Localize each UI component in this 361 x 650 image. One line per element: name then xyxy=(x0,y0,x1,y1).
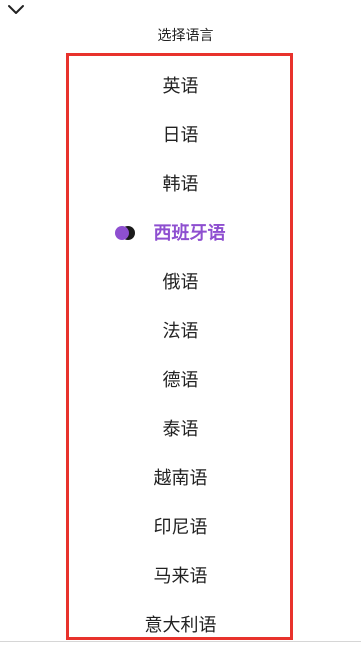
page-title: 选择语言 xyxy=(157,28,214,44)
language-label: 韩语 xyxy=(162,174,199,195)
language-item-vietnamese[interactable]: 越南语 xyxy=(0,454,361,503)
language-label: 法语 xyxy=(162,321,199,342)
language-item-indonesian[interactable]: 印尼语 xyxy=(0,503,361,552)
language-item-spanish[interactable]: 西班牙语 xyxy=(0,209,361,258)
language-item-malay[interactable]: 马来语 xyxy=(0,552,361,601)
language-label: 意大利语 xyxy=(144,615,217,636)
language-label: 西班牙语 xyxy=(153,223,226,244)
language-item-japanese[interactable]: 日语 xyxy=(0,111,361,160)
selected-indicator-icon xyxy=(115,226,135,240)
bottom-divider xyxy=(0,641,361,642)
language-label: 印尼语 xyxy=(153,517,208,538)
language-label: 俄语 xyxy=(162,272,199,293)
language-label: 日语 xyxy=(162,125,199,146)
language-item-german[interactable]: 德语 xyxy=(0,356,361,405)
language-item-italian[interactable]: 意大利语 xyxy=(0,601,361,650)
chevron-down-icon xyxy=(8,5,24,14)
language-label: 泰语 xyxy=(162,419,199,440)
language-label: 马来语 xyxy=(153,566,208,587)
language-item-english[interactable]: 英语 xyxy=(0,62,361,111)
language-item-russian[interactable]: 俄语 xyxy=(0,258,361,307)
language-item-thai[interactable]: 泰语 xyxy=(0,405,361,454)
language-label: 英语 xyxy=(162,76,199,97)
language-list: 英语 日语 韩语 西班牙语 俄语 法语 德语 泰语 越南语 印尼语 马来语 意大… xyxy=(0,62,361,650)
collapse-button[interactable] xyxy=(4,0,28,20)
language-label: 越南语 xyxy=(153,468,208,489)
language-label: 德语 xyxy=(162,370,199,391)
language-item-french[interactable]: 法语 xyxy=(0,307,361,356)
language-item-korean[interactable]: 韩语 xyxy=(0,160,361,209)
